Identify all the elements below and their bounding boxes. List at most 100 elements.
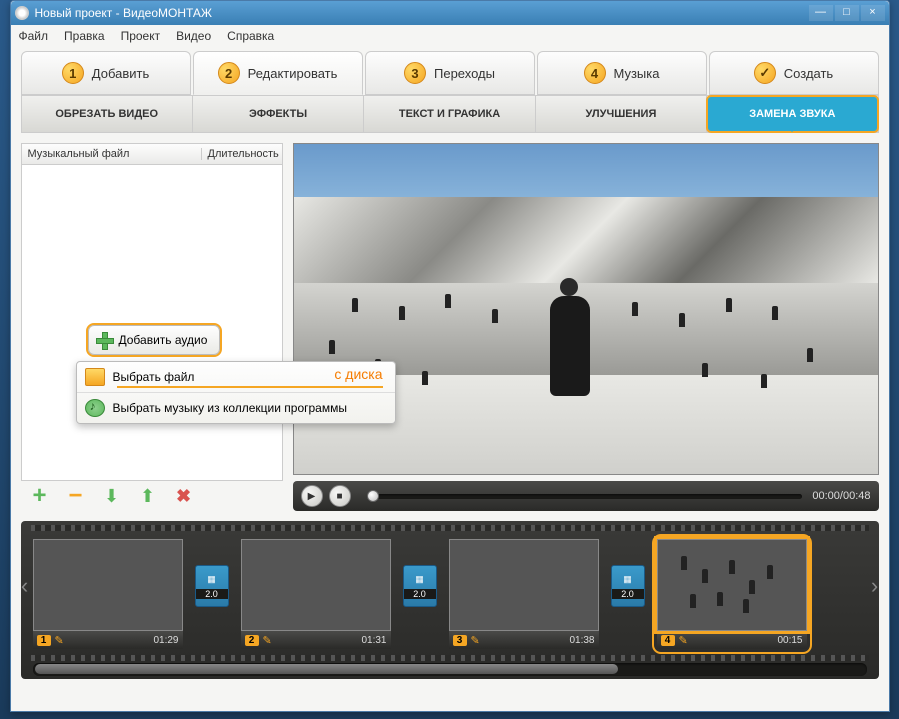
- window-title: Новый проект - ВидеоМОНТАЖ: [35, 6, 807, 20]
- move-down-button[interactable]: ⬇: [101, 486, 123, 506]
- tab-trim[interactable]: ОБРЕЗАТЬ ВИДЕО: [22, 96, 193, 132]
- tab-enhance[interactable]: УЛУЧШЕНИЯ: [536, 96, 707, 132]
- time-total: 00:48: [843, 490, 871, 502]
- step-create[interactable]: ✓ Создать: [709, 51, 879, 95]
- dropdown-label: Выбрать файл: [113, 370, 195, 384]
- clip-thumb: [449, 539, 599, 631]
- clip-duration: 01:38: [569, 635, 594, 646]
- step-music[interactable]: 4 Музыка: [537, 51, 707, 95]
- audio-list-panel: Музыкальный файл Длительность Добавить а…: [21, 143, 283, 511]
- folder-icon: [85, 368, 105, 386]
- clip-meta: 1 ✎ 01:29: [33, 631, 183, 649]
- stop-button[interactable]: ■: [329, 485, 351, 507]
- menubar: Файл Правка Проект Видео Справка: [11, 25, 889, 47]
- minimize-button[interactable]: —: [809, 5, 833, 21]
- disk-hint: с диска: [334, 366, 382, 382]
- edit-icon[interactable]: ✎: [679, 634, 688, 647]
- edit-icon[interactable]: ✎: [263, 634, 272, 647]
- video-preview[interactable]: [293, 143, 879, 475]
- play-button[interactable]: ▶: [301, 485, 323, 507]
- clip-3[interactable]: 3 ✎ 01:38: [449, 539, 599, 649]
- add-button[interactable]: +: [29, 486, 51, 506]
- preview-panel: ▶ ■ 00:00 / 00:48: [293, 143, 879, 511]
- edit-subtabs: ОБРЕЗАТЬ ВИДЕО ЭФФЕКТЫ ТЕКСТ И ГРАФИКА У…: [21, 95, 879, 133]
- menu-file[interactable]: Файл: [19, 29, 49, 43]
- music-icon: [85, 399, 105, 417]
- check-icon: ✓: [754, 62, 776, 84]
- clip-thumb: [657, 539, 807, 631]
- filmstrip-top: [31, 525, 869, 531]
- list-toolbar: + − ⬇ ⬆ ✖: [21, 481, 283, 511]
- filmstrip-bottom: [31, 655, 869, 661]
- step-number-icon: 3: [404, 62, 426, 84]
- add-audio-button[interactable]: Добавить аудио: [88, 325, 221, 355]
- titlebar[interactable]: Новый проект - ВидеоМОНТАЖ — □ ×: [11, 1, 889, 25]
- step-label: Добавить: [92, 66, 149, 81]
- clip-meta: 3 ✎ 01:38: [449, 631, 599, 649]
- hint-underline: [117, 386, 383, 388]
- edit-icon[interactable]: ✎: [471, 634, 480, 647]
- audio-list[interactable]: Добавить аудио Выбрать файл с диска Выбр…: [21, 165, 283, 481]
- step-edit[interactable]: 2Редактировать: [193, 51, 363, 95]
- move-up-button[interactable]: ⬆: [137, 486, 159, 506]
- dropdown-label: Выбрать музыку из коллекции программы: [113, 401, 347, 415]
- clip-duration: 01:31: [361, 635, 386, 646]
- delete-button[interactable]: ✖: [173, 486, 195, 506]
- list-header: Музыкальный файл Длительность: [21, 143, 283, 165]
- step-label: Редактировать: [248, 66, 338, 81]
- clip-2[interactable]: 2 ✎ 01:31: [241, 539, 391, 649]
- menu-help[interactable]: Справка: [227, 29, 274, 43]
- tab-effects[interactable]: ЭФФЕКТЫ: [193, 96, 364, 132]
- step-number-icon: 1: [62, 62, 84, 84]
- timeline: ‹ › 1 ✎ 01:29 ▦2.0 2 ✎ 01:31 ▦2.0: [21, 521, 879, 679]
- clip-1[interactable]: 1 ✎ 01:29: [33, 539, 183, 649]
- preview-frame: [294, 144, 878, 474]
- col-duration[interactable]: Длительность: [202, 148, 282, 160]
- clip-index: 2: [245, 635, 259, 646]
- menu-edit[interactable]: Правка: [64, 29, 105, 43]
- step-label: Переходы: [434, 66, 495, 81]
- transition-1[interactable]: ▦2.0: [195, 565, 229, 607]
- close-button[interactable]: ×: [861, 5, 885, 21]
- clips-row: 1 ✎ 01:29 ▦2.0 2 ✎ 01:31 ▦2.0 3 ✎: [33, 539, 867, 649]
- step-label: Музыка: [614, 66, 660, 81]
- dropdown-from-collection[interactable]: Выбрать музыку из коллекции программы: [77, 393, 395, 423]
- menu-project[interactable]: Проект: [121, 29, 161, 43]
- col-file[interactable]: Музыкальный файл: [22, 148, 202, 160]
- trans-duration: 2.0: [196, 589, 228, 599]
- trans-duration: 2.0: [404, 589, 436, 599]
- timeline-prev[interactable]: ‹: [15, 571, 35, 601]
- player-controls: ▶ ■ 00:00 / 00:48: [293, 481, 879, 511]
- clip-duration: 00:15: [777, 635, 802, 646]
- wizard-steps: 1 Добавить 2Редактировать 3 Переходы 4 Музы…: [11, 47, 889, 95]
- remove-button[interactable]: −: [65, 486, 87, 506]
- edit-icon[interactable]: ✎: [55, 634, 64, 647]
- clip-meta: 4 ✎ 00:15: [657, 631, 807, 649]
- time-current: 00:00: [812, 490, 840, 502]
- clip-duration: 01:29: [153, 635, 178, 646]
- scrollbar-thumb[interactable]: [35, 664, 619, 674]
- clip-thumb: [33, 539, 183, 631]
- clip-meta: 2 ✎ 01:31: [241, 631, 391, 649]
- timeline-scrollbar[interactable]: [33, 663, 867, 676]
- maximize-button[interactable]: □: [835, 5, 859, 21]
- timeline-next[interactable]: ›: [865, 571, 885, 601]
- step-number-icon: 4: [584, 62, 606, 84]
- clip-index: 3: [453, 635, 467, 646]
- step-add[interactable]: 1 Добавить: [21, 51, 191, 95]
- clip-thumb: [241, 539, 391, 631]
- dropdown-from-file[interactable]: Выбрать файл с диска: [77, 362, 395, 393]
- clip-4[interactable]: 4 ✎ 00:15: [657, 539, 807, 649]
- menu-video[interactable]: Видео: [176, 29, 211, 43]
- tab-audio-replace[interactable]: ЗАМЕНА ЗВУКА: [707, 96, 877, 132]
- clip-index: 4: [661, 635, 675, 646]
- transition-3[interactable]: ▦2.0: [611, 565, 645, 607]
- main-area: Музыкальный файл Длительность Добавить а…: [11, 133, 889, 521]
- step-transitions[interactable]: 3 Переходы: [365, 51, 535, 95]
- add-audio-dropdown: Выбрать файл с диска Выбрать музыку из к…: [76, 361, 396, 424]
- progress-knob[interactable]: [367, 490, 379, 502]
- progress-bar[interactable]: [367, 494, 803, 499]
- step-label: Создать: [784, 66, 833, 81]
- transition-2[interactable]: ▦2.0: [403, 565, 437, 607]
- tab-text[interactable]: ТЕКСТ И ГРАФИКА: [364, 96, 535, 132]
